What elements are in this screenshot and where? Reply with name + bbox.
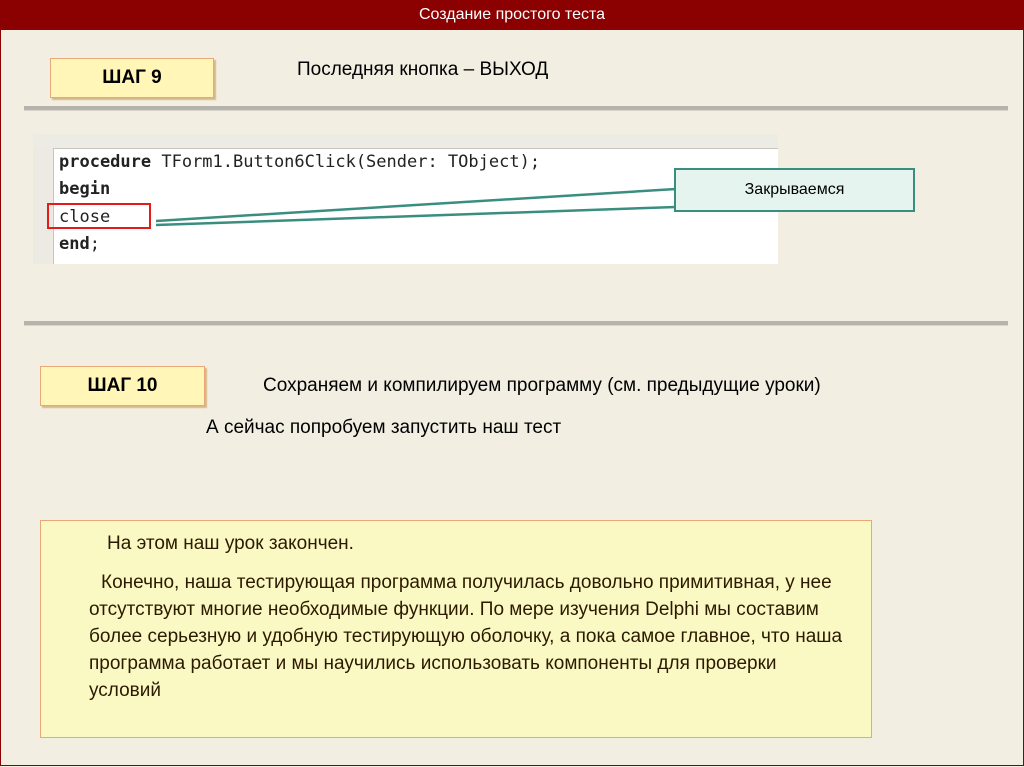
keyword-end: end xyxy=(59,234,90,254)
divider-middle xyxy=(24,321,1008,326)
step-10-label: ШАГ 10 xyxy=(87,375,158,396)
step-10-description: Сохраняем и компилируем программу (см. п… xyxy=(263,375,821,396)
slide-title: Создание простого теста xyxy=(418,6,606,23)
lesson-summary-box: На этом наш урок закончен. Конечно, наша… xyxy=(40,520,872,738)
step-9-box: ШАГ 9 xyxy=(50,58,214,98)
code-line-procedure: procedure TForm1.Button6Click(Sender: TO… xyxy=(59,152,540,172)
divider-top xyxy=(24,106,1008,111)
run-test-text: А сейчас попробуем запустить наш тест xyxy=(206,417,562,438)
close-highlight-frame xyxy=(47,203,151,229)
step-9-label: ШАГ 9 xyxy=(102,67,162,88)
lesson-summary-text: Конечно, наша тестирующая программа полу… xyxy=(89,572,843,701)
code-line-end: end; xyxy=(59,234,100,254)
keyword-procedure: procedure xyxy=(59,152,152,172)
code-screenshot: procedure TForm1.Button6Click(Sender: TO… xyxy=(33,134,778,264)
procedure-signature: TForm1.Button6Click(Sender: TObject); xyxy=(151,152,541,172)
keyword-begin: begin xyxy=(59,179,111,199)
code-line-begin: begin xyxy=(59,179,110,199)
step-9-description: Последняя кнопка – ВЫХОД xyxy=(297,59,549,80)
code-editor-ruler xyxy=(33,134,778,149)
slide-title-bar: Создание простого теста xyxy=(0,0,1024,30)
end-semicolon: ; xyxy=(89,234,100,254)
callout-box: Закрываемся xyxy=(674,168,915,212)
callout-text: Закрываемся xyxy=(744,181,845,198)
step-10-box: ШАГ 10 xyxy=(40,366,205,406)
lesson-finished-text: На этом наш урок закончен. xyxy=(107,533,354,554)
